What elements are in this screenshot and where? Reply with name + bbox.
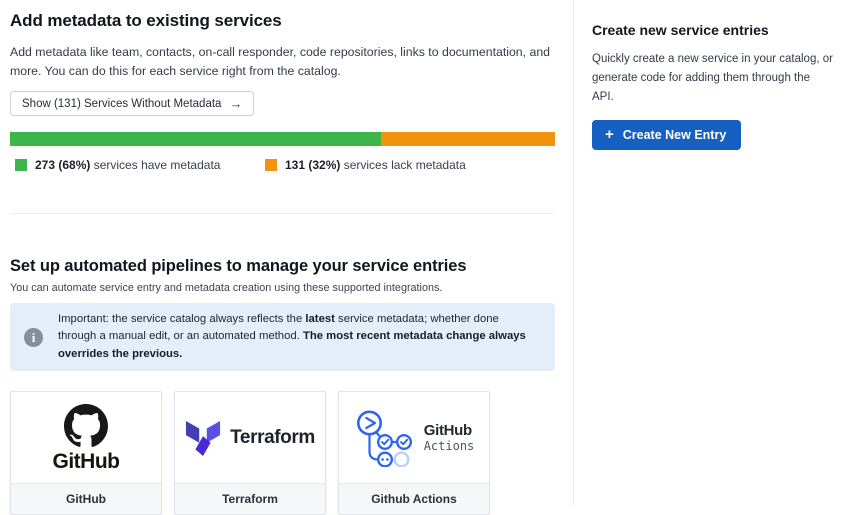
legend-item-lack-metadata: 131 (32%) services lack metadata (265, 158, 466, 172)
sidebar: Create new service entries Quickly creat… (573, 0, 847, 505)
pipelines-section-title: Set up automated pipelines to manage you… (10, 256, 555, 277)
main-content: Add metadata to existing services Add me… (0, 0, 573, 505)
progress-segment-lack-metadata (381, 132, 555, 146)
plus-icon: + (605, 129, 614, 141)
show-services-without-metadata-button[interactable]: Show (131) Services Without Metadata → (10, 91, 254, 116)
github-actions-icon (354, 409, 416, 467)
sidebar-description: Quickly create a new service in your cat… (592, 50, 833, 107)
legend-label: services lack metadata (344, 158, 466, 172)
section-divider (10, 213, 555, 214)
legend-label: services have metadata (94, 158, 221, 172)
metadata-progress-bar (10, 132, 555, 146)
card-github-actions-label: Github Actions (339, 483, 489, 514)
card-github-actions-body: GitHub Actions (339, 392, 489, 483)
create-button-label: Create New Entry (623, 128, 727, 142)
card-github-label: GitHub (11, 483, 161, 514)
arrow-right-icon: → (229, 97, 242, 110)
banner-bold-1: latest (305, 313, 335, 325)
sidebar-title: Create new service entries (592, 21, 833, 39)
github-actions-wordmark-line1: GitHub (424, 422, 475, 439)
card-terraform-label: Terraform (175, 483, 325, 514)
progress-legend: 273 (68%) services have metadata 131 (32… (15, 158, 555, 172)
orange-swatch-icon (265, 159, 277, 171)
page-title: Add metadata to existing services (10, 10, 555, 31)
legend-value: 273 (68%) (35, 158, 90, 172)
card-terraform-body: Terraform (175, 392, 325, 483)
card-github-body: GitHub (11, 392, 161, 483)
create-new-entry-button[interactable]: + Create New Entry (592, 120, 741, 150)
banner-text-1: Important: the service catalog always re… (58, 313, 305, 325)
info-icon: i (24, 328, 43, 347)
legend-value: 131 (32%) (285, 158, 340, 172)
github-octocat-icon (64, 404, 108, 448)
integration-cards: GitHub GitHub Terraform (10, 391, 555, 515)
legend-text: 131 (32%) services lack metadata (285, 158, 466, 172)
terraform-logo-icon (185, 418, 221, 458)
terraform-wordmark: Terraform (230, 427, 315, 449)
info-banner-text: Important: the service catalog always re… (58, 311, 539, 364)
github-wordmark: GitHub (53, 451, 120, 472)
show-button-label: Show (131) Services Without Metadata (22, 98, 221, 110)
legend-item-have-metadata: 273 (68%) services have metadata (15, 158, 265, 172)
card-github-actions[interactable]: GitHub Actions Github Actions (338, 391, 490, 515)
green-swatch-icon (15, 159, 27, 171)
legend-text: 273 (68%) services have metadata (35, 158, 220, 172)
progress-segment-have-metadata (10, 132, 381, 146)
card-github[interactable]: GitHub GitHub (10, 391, 162, 515)
info-banner: i Important: the service catalog always … (10, 303, 555, 372)
page: Add metadata to existing services Add me… (0, 0, 847, 505)
pipelines-section-subtitle: You can automate service entry and metad… (10, 282, 555, 294)
section-description: Add metadata like team, contacts, on-cal… (10, 43, 552, 81)
github-actions-wordmark-line2: Actions (424, 440, 475, 454)
card-terraform[interactable]: Terraform Terraform (174, 391, 326, 515)
